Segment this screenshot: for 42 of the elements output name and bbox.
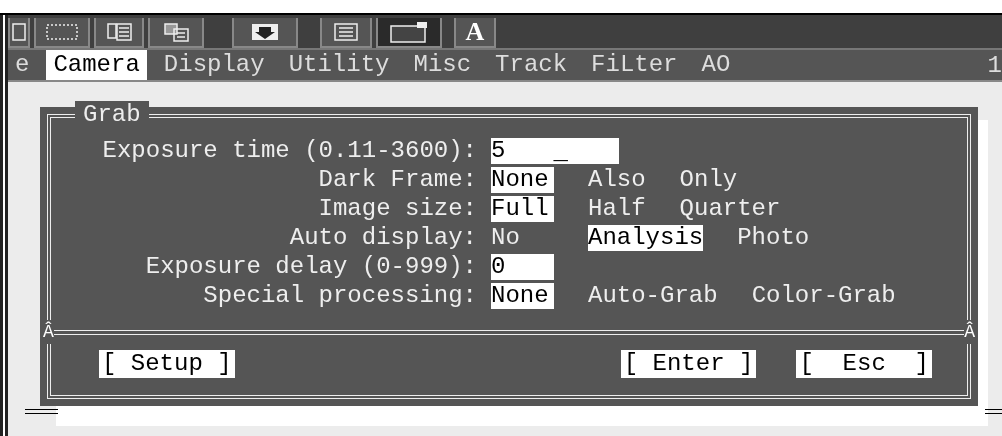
text-tool-button[interactable]: A bbox=[454, 18, 496, 48]
option[interactable]: Quarter bbox=[679, 195, 781, 222]
input-field[interactable]: 5 _ bbox=[491, 137, 619, 164]
toolbar-button[interactable] bbox=[232, 18, 298, 48]
menu-item[interactable]: Track bbox=[488, 50, 575, 80]
setup-button[interactable]: [ Setup ] bbox=[99, 350, 235, 378]
option[interactable]: Photo bbox=[737, 224, 810, 251]
field-label: Exposure delay (0-999): bbox=[144, 252, 478, 281]
field-label: Exposure time (0.11-3600): bbox=[101, 136, 478, 165]
menu-item[interactable]: Misc bbox=[406, 50, 479, 80]
toolbar-button[interactable] bbox=[376, 18, 442, 48]
option[interactable]: None bbox=[491, 282, 554, 309]
field-label: Auto display: bbox=[288, 223, 478, 252]
option[interactable]: Auto-Grab bbox=[588, 282, 718, 309]
input-field[interactable]: 0 bbox=[491, 253, 554, 280]
copy-document-icon bbox=[163, 22, 189, 42]
option[interactable]: Full bbox=[491, 195, 554, 222]
dialog-button[interactable]: [ Esc ] bbox=[796, 350, 932, 378]
option[interactable]: No bbox=[491, 224, 554, 251]
separator-glyph: Â bbox=[964, 320, 975, 344]
menu-item[interactable]: FiLter bbox=[584, 50, 685, 80]
option[interactable]: Color-Grab bbox=[751, 282, 896, 309]
field-label: Special processing: bbox=[202, 281, 478, 310]
menu-item[interactable]: Camera bbox=[46, 50, 147, 80]
field-label: Image size: bbox=[317, 194, 478, 223]
option[interactable]: None bbox=[491, 166, 554, 193]
window-icon bbox=[390, 21, 428, 43]
field-label: Dark Frame: bbox=[317, 165, 478, 194]
frame-icon bbox=[12, 23, 26, 41]
option[interactable]: Also bbox=[588, 166, 646, 193]
option[interactable]: Half bbox=[588, 195, 646, 222]
option[interactable]: Only bbox=[679, 166, 738, 193]
menu-item[interactable]: Utility bbox=[281, 50, 397, 80]
separator-glyph: Â bbox=[43, 320, 54, 344]
dotted-rectangle-icon bbox=[46, 24, 78, 40]
document-list-icon bbox=[106, 23, 132, 41]
menu-item[interactable]: e bbox=[8, 50, 37, 80]
menu-item[interactable]: Display bbox=[156, 50, 272, 80]
list-icon bbox=[334, 23, 358, 41]
menu-item[interactable]: AO bbox=[694, 50, 738, 80]
dialog-button[interactable]: [ Enter ] bbox=[620, 350, 757, 378]
option[interactable]: Analysis bbox=[588, 224, 704, 251]
